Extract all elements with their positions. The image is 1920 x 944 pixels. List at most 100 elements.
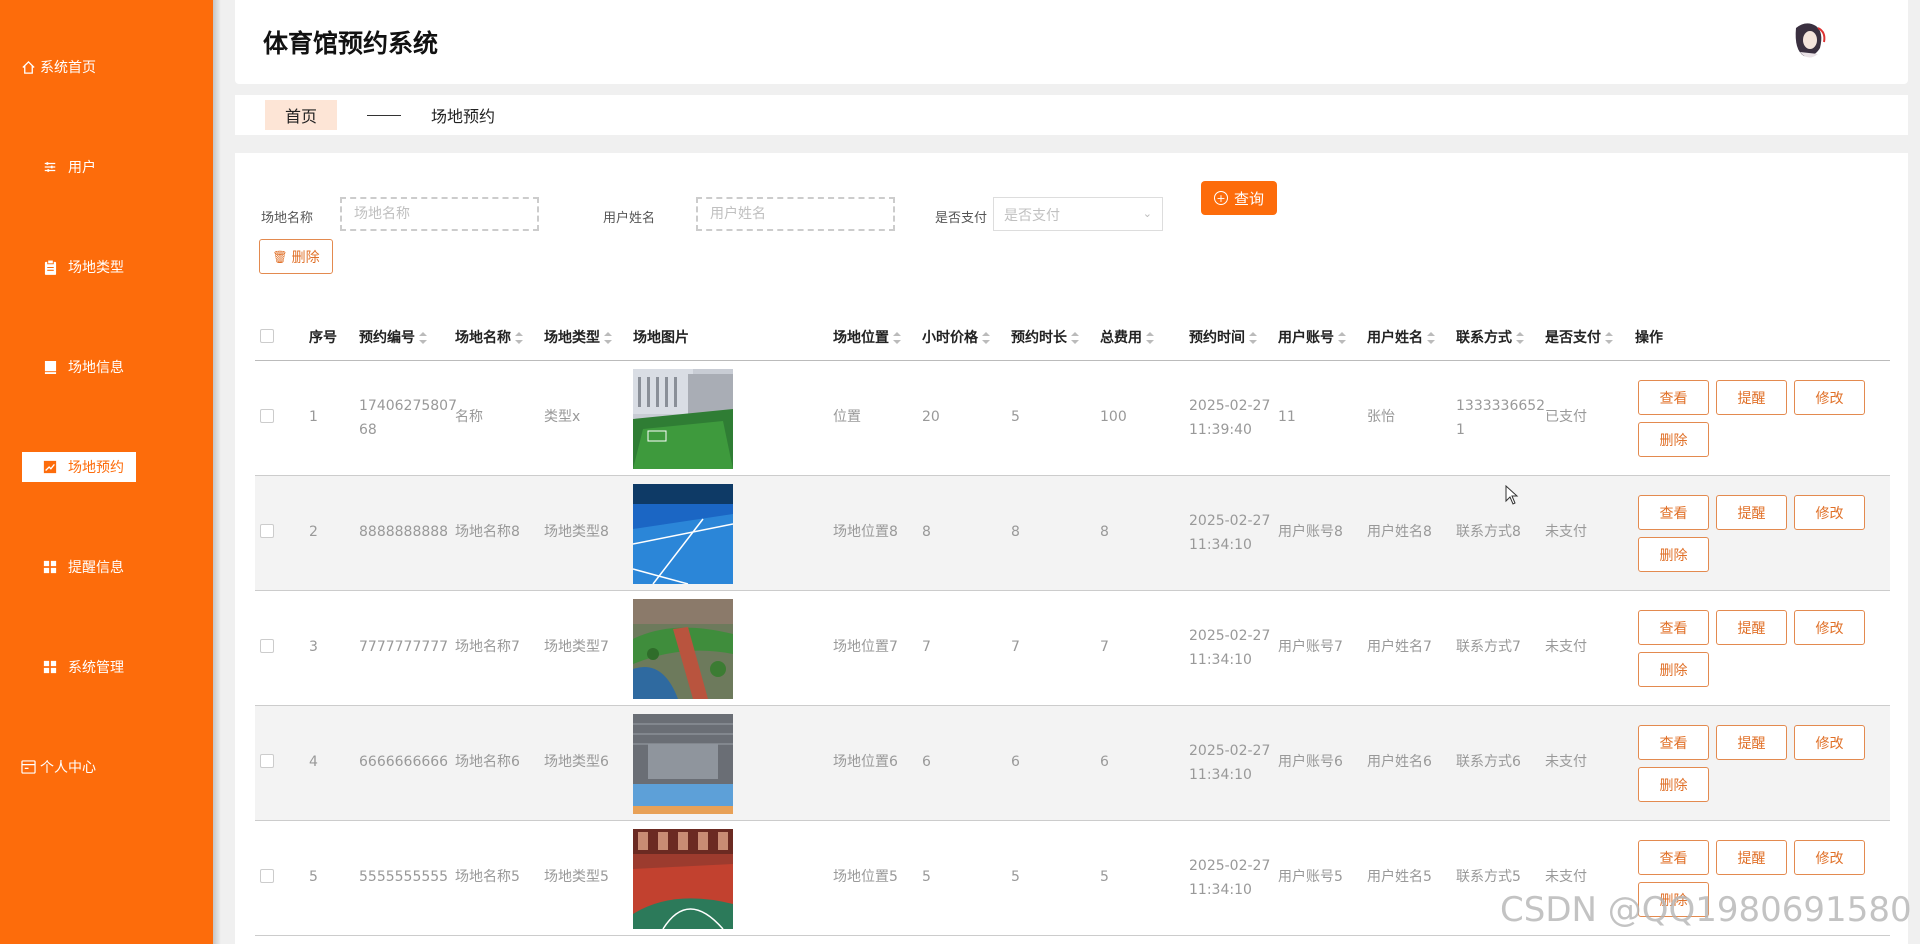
remind-button[interactable]: 提醒	[1716, 725, 1787, 760]
row-checkbox[interactable]	[260, 869, 274, 883]
edit-button[interactable]: 修改	[1794, 380, 1865, 415]
cell-index: 3	[309, 639, 318, 655]
delete-button[interactable]: 删除	[1638, 767, 1709, 802]
row-checkbox[interactable]	[260, 639, 274, 653]
delete-button[interactable]: 删除	[1638, 537, 1709, 572]
venue-name-label: 场地名称	[261, 211, 314, 226]
cell-total: 7	[1100, 639, 1109, 655]
venue-image[interactable]	[633, 484, 733, 584]
sort-icon	[1516, 332, 1524, 344]
sidebar-item-reminders[interactable]: 提醒信息	[42, 552, 124, 582]
sidebar-item-label: 场地信息	[68, 360, 124, 376]
user-name-input[interactable]	[696, 197, 895, 231]
sidebar-item-system[interactable]: 系统管理	[42, 652, 124, 682]
cell-booking-no: 17406275807 68	[359, 398, 457, 438]
sidebar-item-venue-type[interactable]: 场地类型	[42, 252, 124, 282]
view-button[interactable]: 查看	[1638, 725, 1709, 760]
breadcrumb-current: 场地预约	[431, 107, 496, 126]
cell-hour-price: 8	[922, 524, 931, 540]
table-row: 3 7777777777 场地名称7 场地类型7 场地位置7 7 7 7 202…	[255, 591, 1890, 706]
delete-button[interactable]: 删除	[1638, 422, 1709, 457]
sidebar-item-label: 系统管理	[68, 660, 124, 676]
select-all-checkbox[interactable]	[260, 329, 274, 343]
cell-user-account: 用户账号6	[1278, 754, 1343, 770]
remind-button[interactable]: 提醒	[1716, 610, 1787, 645]
book-icon	[42, 359, 58, 375]
col-venue-type[interactable]: 场地类型	[544, 327, 612, 347]
mouse-cursor-icon	[1505, 484, 1519, 509]
col-booking-no[interactable]: 预约编号	[359, 327, 427, 347]
cell-venue-name: 场地名称5	[455, 869, 520, 885]
cell-index: 5	[309, 869, 318, 885]
cell-paid: 未支付	[1545, 754, 1587, 770]
query-button[interactable]: + 查询	[1201, 181, 1277, 215]
cell-duration: 8	[1011, 524, 1020, 540]
view-button[interactable]: 查看	[1638, 610, 1709, 645]
cell-hour-price: 7	[922, 639, 931, 655]
sidebar-item-users[interactable]: 用户	[42, 152, 96, 182]
grid-icon	[42, 559, 58, 575]
cell-hour-price: 6	[922, 754, 931, 770]
edit-button[interactable]: 修改	[1794, 610, 1865, 645]
col-duration[interactable]: 预约时长	[1011, 327, 1079, 347]
sort-icon	[1146, 332, 1154, 344]
remind-button[interactable]: 提醒	[1716, 840, 1787, 875]
venue-image[interactable]	[633, 599, 733, 699]
col-user-account[interactable]: 用户账号	[1278, 327, 1346, 347]
venue-image[interactable]	[633, 714, 733, 814]
col-paid[interactable]: 是否支付	[1545, 327, 1613, 347]
col-actions: 操作	[1635, 330, 1663, 346]
sidebar-item-venue-booking[interactable]: 场地预约	[22, 452, 136, 482]
row-checkbox[interactable]	[260, 409, 274, 423]
view-button[interactable]: 查看	[1638, 840, 1709, 875]
sidebar-item-label: 用户	[68, 160, 96, 176]
avatar[interactable]	[1786, 18, 1832, 64]
cell-booking-time: 2025-02-27 11:34:10	[1189, 513, 1271, 553]
view-button[interactable]: 查看	[1638, 380, 1709, 415]
col-index: 序号	[309, 330, 337, 346]
sidebar-item-profile[interactable]: 个人中心	[20, 752, 96, 782]
card-icon	[20, 759, 36, 775]
cell-contact: 联系方式5	[1456, 869, 1521, 885]
cell-user-name: 用户姓名7	[1367, 639, 1432, 655]
edit-button[interactable]: 修改	[1794, 840, 1865, 875]
col-total[interactable]: 总费用	[1100, 327, 1154, 347]
col-contact[interactable]: 联系方式	[1456, 327, 1524, 347]
venue-image[interactable]	[633, 369, 733, 469]
cell-venue-type: 场地类型8	[544, 524, 609, 540]
breadcrumb: 首页 场地预约	[235, 95, 1908, 135]
edit-button[interactable]: 修改	[1794, 725, 1865, 760]
col-booking-time[interactable]: 预约时间	[1189, 327, 1257, 347]
sidebar-item-venue-info[interactable]: 场地信息	[42, 352, 124, 382]
remind-button[interactable]: 提醒	[1716, 495, 1787, 530]
sidebar-item-label: 个人中心	[40, 760, 96, 776]
venue-name-input[interactable]	[340, 197, 539, 231]
cell-user-account: 11	[1278, 409, 1296, 425]
batch-delete-button[interactable]: 🗑 删除	[259, 239, 333, 274]
cell-user-name: 用户姓名8	[1367, 524, 1432, 540]
row-checkbox[interactable]	[260, 754, 274, 768]
edit-button[interactable]: 修改	[1794, 495, 1865, 530]
breadcrumb-home[interactable]: 首页	[265, 100, 338, 130]
app-title: 体育馆预约系统	[263, 29, 439, 58]
view-button[interactable]: 查看	[1638, 495, 1709, 530]
sidebar-item-home[interactable]: 系统首页	[20, 52, 96, 82]
cell-duration: 6	[1011, 754, 1020, 770]
cell-booking-time: 2025-02-27 11:34:10	[1189, 743, 1271, 783]
paid-select[interactable]: 是否支付 ⌄	[993, 197, 1163, 231]
col-venue-name[interactable]: 场地名称	[455, 327, 523, 347]
table-row: 1 17406275807 68 名称 类型x 位置 20 5 100 2025-…	[255, 361, 1890, 476]
cell-contact: 联系方式7	[1456, 639, 1521, 655]
paid-select-placeholder: 是否支付	[1004, 208, 1060, 224]
col-hour-price[interactable]: 小时价格	[922, 327, 990, 347]
col-user-name[interactable]: 用户姓名	[1367, 327, 1435, 347]
booking-table: 序号 预约编号 场地名称 场地类型 场地图片 场地位置 小时价格 预约时长 总费…	[255, 311, 1890, 936]
table-row: 4 6666666666 场地名称6 场地类型6 场地位置6 6 6 6 202…	[255, 706, 1890, 821]
cell-contact: 联系方式6	[1456, 754, 1521, 770]
remind-button[interactable]: 提醒	[1716, 380, 1787, 415]
col-location[interactable]: 场地位置	[833, 327, 901, 347]
delete-button[interactable]: 删除	[1638, 652, 1709, 687]
venue-image[interactable]	[633, 829, 733, 929]
row-checkbox[interactable]	[260, 524, 274, 538]
cell-location: 位置	[833, 409, 861, 425]
